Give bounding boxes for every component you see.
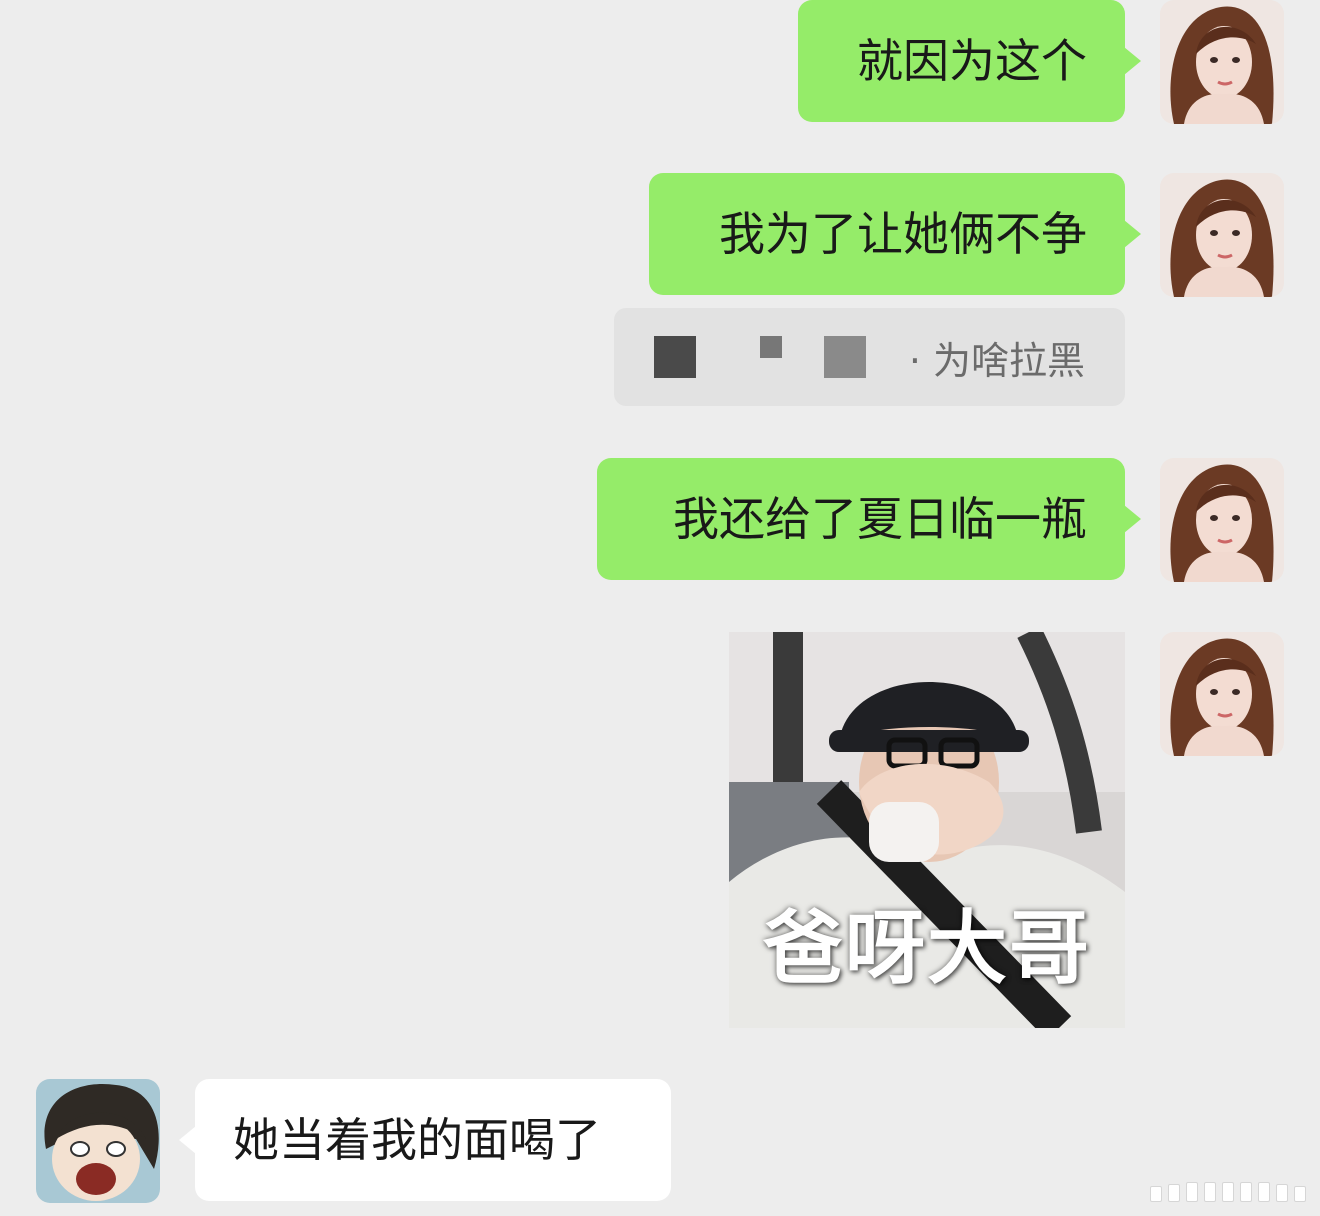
- self-avatar[interactable]: [1160, 632, 1284, 756]
- quote-text: · 为啥拉黑: [908, 338, 1085, 383]
- message-bubble-other[interactable]: 她当着我的面喝了: [179, 1079, 671, 1201]
- redacted-name-block: [824, 336, 866, 378]
- redacted-name-block: [654, 336, 696, 378]
- message-bubble-self[interactable]: 我还给了夏日临一瓶: [597, 458, 1141, 580]
- sticker-caption: 爸呀大哥: [763, 902, 1091, 995]
- self-avatar[interactable]: [1160, 0, 1284, 124]
- other-avatar[interactable]: [36, 1079, 160, 1203]
- sticker-image[interactable]: 爸呀大哥: [729, 632, 1125, 1028]
- message-bubble-self[interactable]: 我为了让她俩不争: [649, 173, 1141, 295]
- self-avatar[interactable]: [1160, 458, 1284, 582]
- self-avatar[interactable]: [1160, 173, 1284, 297]
- quoted-reply[interactable]: · 为啥拉黑: [614, 308, 1125, 406]
- watermark-bars: [1150, 1182, 1306, 1202]
- redacted-name-block: [760, 336, 782, 358]
- message-bubble-self[interactable]: 就因为这个: [798, 0, 1141, 122]
